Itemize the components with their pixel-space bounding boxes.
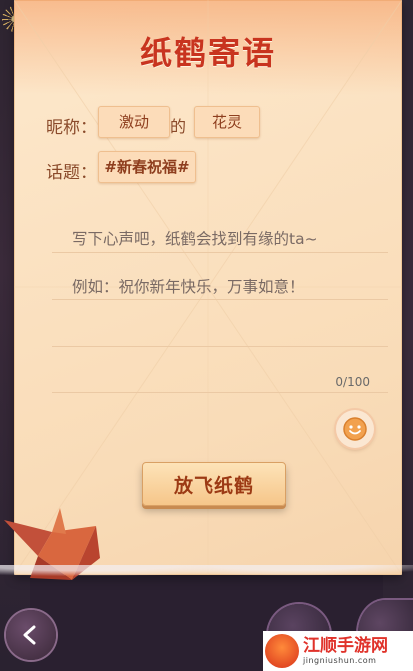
watermark-logo	[265, 634, 299, 668]
back-arrow-icon	[23, 625, 36, 645]
emoji-button[interactable]	[336, 410, 374, 448]
send-crane-button[interactable]: 放飞纸鹤	[142, 462, 286, 506]
message-line	[52, 252, 388, 253]
nickname-label: 昵称：	[46, 118, 97, 138]
watermark-subtitle: jingniushun.com	[303, 655, 377, 665]
message-line	[52, 299, 388, 300]
nickname-connector: 的	[170, 117, 187, 136]
watermark-title: 江顺手游网	[303, 635, 388, 656]
smiley-icon	[343, 417, 367, 441]
topic-chip[interactable]: #新春祝福#	[98, 151, 196, 183]
message-placeholder-2[interactable]: 例如：祝你新年快乐，万事如意！	[72, 275, 305, 297]
page-title: 纸鹤寄语	[139, 34, 276, 72]
letter-panel: 纸鹤寄语 昵称： 激动 的 花灵 话题： #新春祝福# 写下心声吧，纸鹤会找到有…	[14, 0, 402, 575]
topic-label: 话题：	[46, 163, 97, 183]
nickname-second-chip[interactable]: 花灵	[194, 106, 260, 138]
snow-decoration	[0, 565, 413, 585]
watermark: 江顺手游网 jingniushun.com	[263, 631, 413, 671]
nickname-first-chip[interactable]: 激动	[98, 106, 170, 138]
message-placeholder-1[interactable]: 写下心声吧，纸鹤会找到有缘的ta~	[72, 227, 318, 249]
char-counter: 0/100	[335, 375, 370, 389]
message-line	[52, 392, 388, 393]
back-button[interactable]	[6, 610, 56, 660]
message-line	[52, 346, 388, 347]
